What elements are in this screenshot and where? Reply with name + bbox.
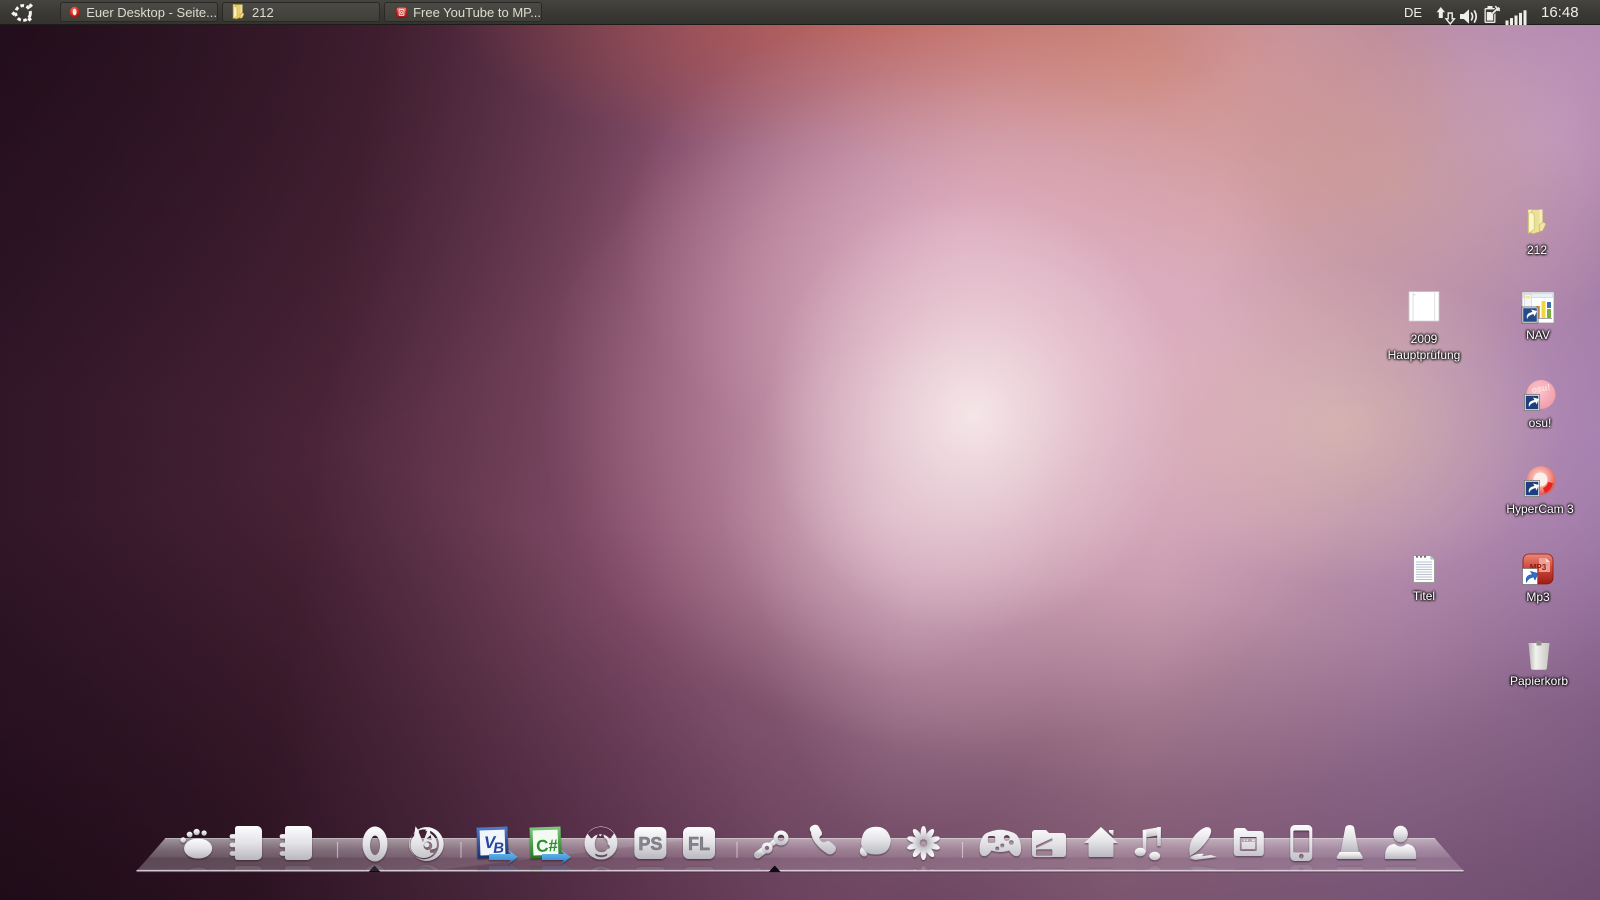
svg-text:PS: PS (638, 834, 662, 854)
svg-text:C#: C# (536, 836, 559, 856)
svg-text:FL: FL (688, 834, 710, 854)
